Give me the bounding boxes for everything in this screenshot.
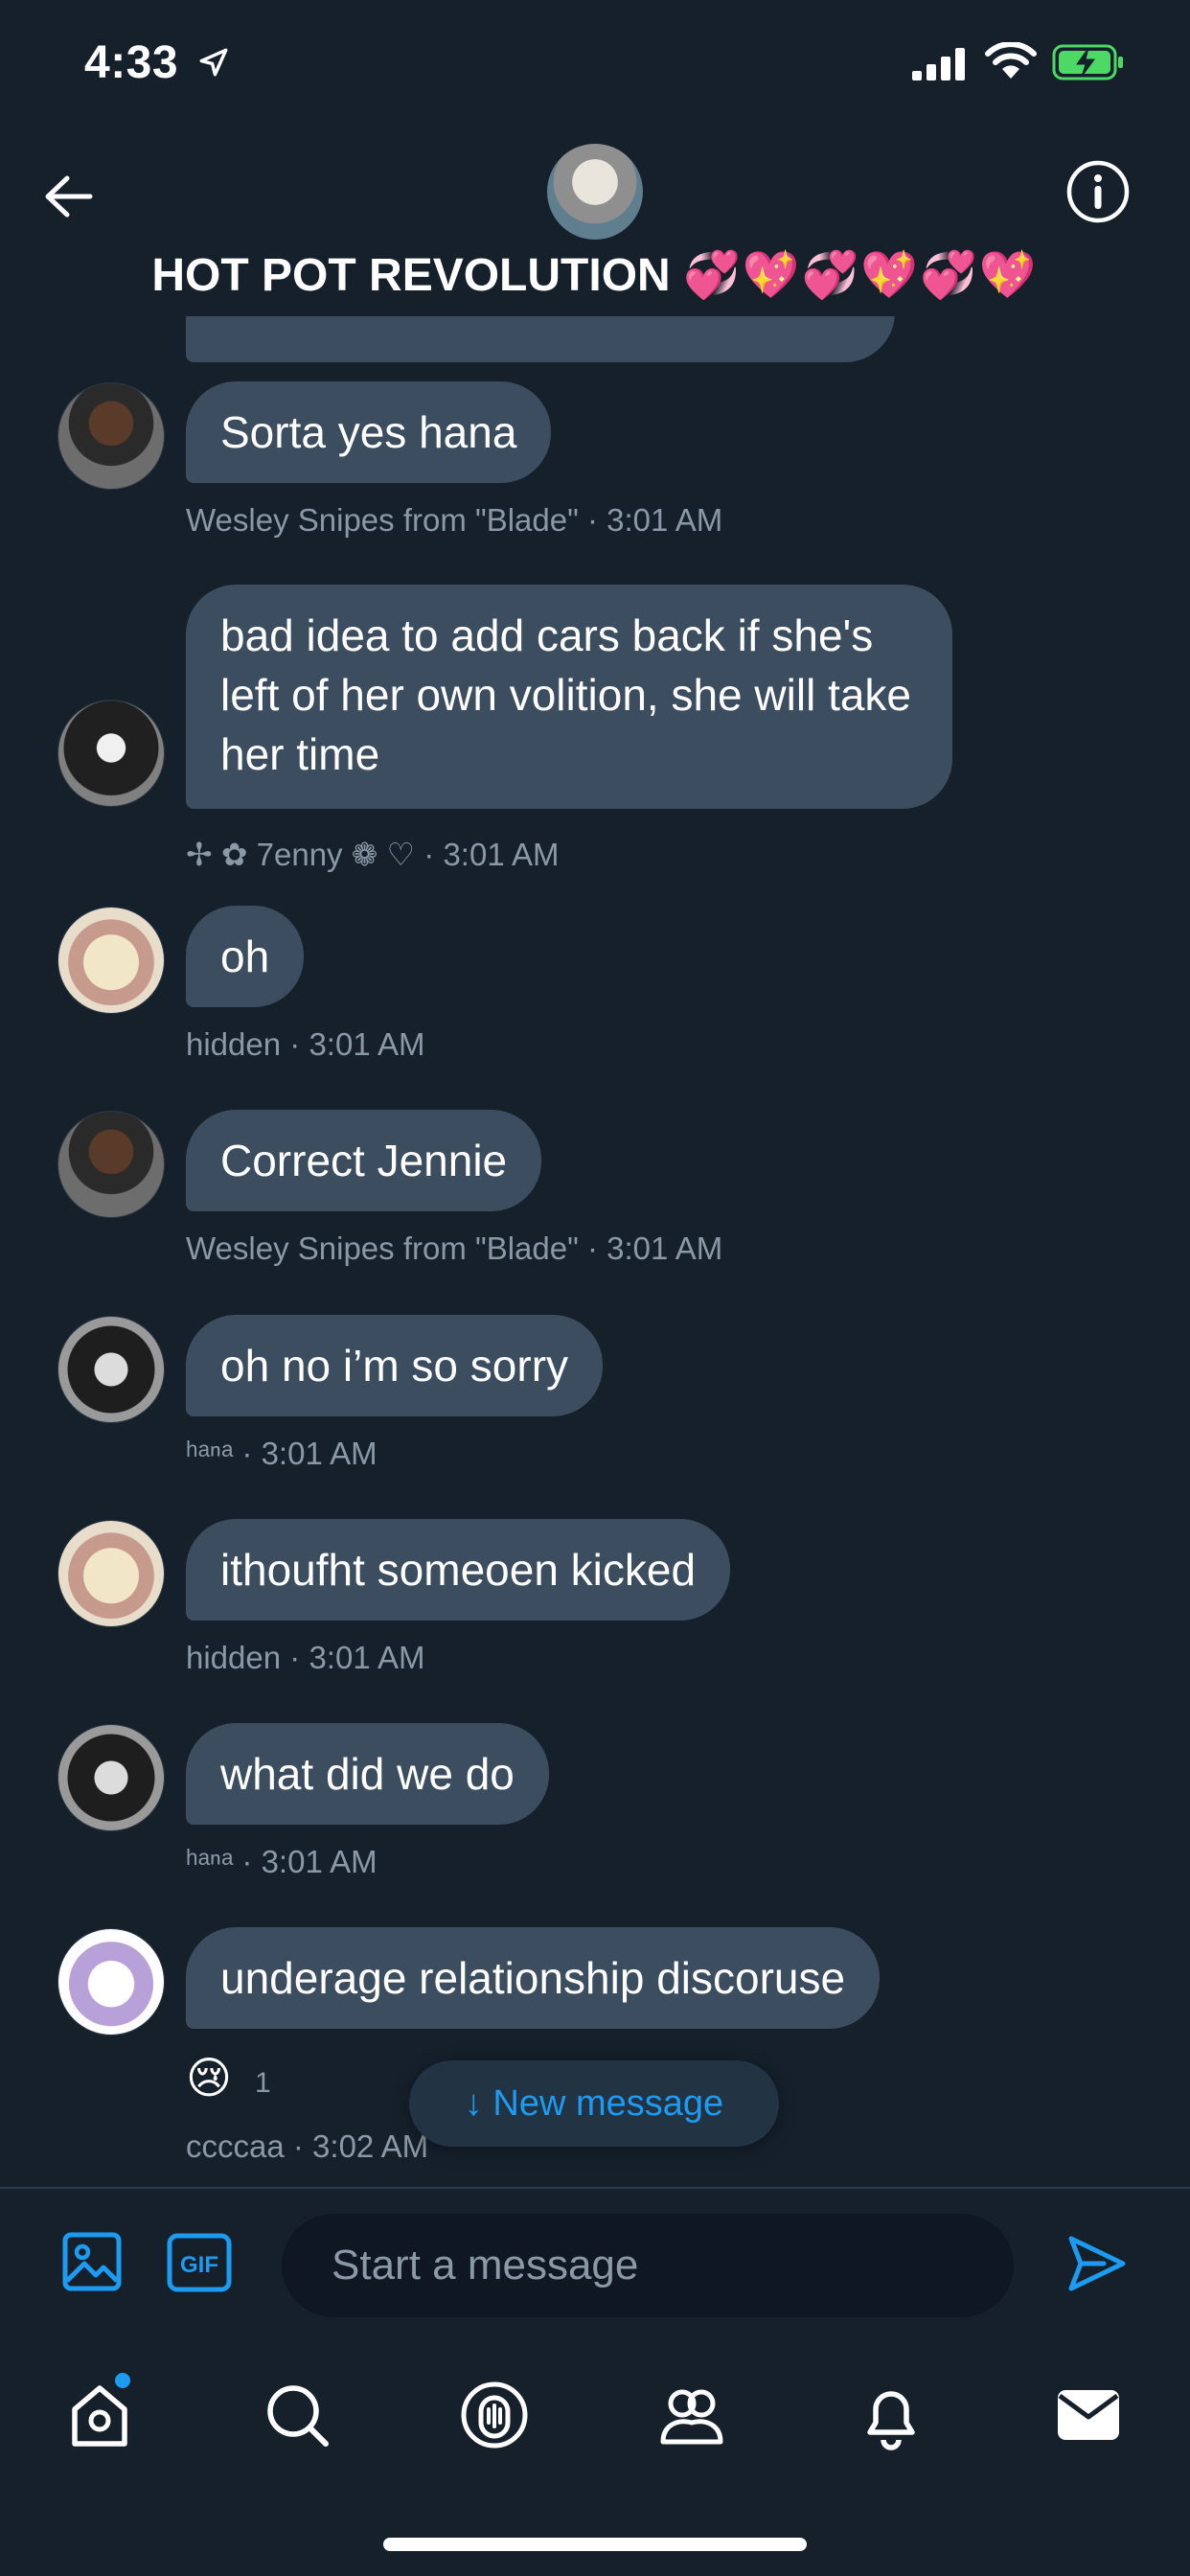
sender-name: ccccaa [186,2128,285,2164]
message-meta: hidden · 3:01 AM [186,1026,425,1063]
search-icon[interactable] [259,2377,335,2453]
message-meta: ʰᵃⁿᵃ · 3:01 AM [186,1844,378,1880]
home-icon[interactable] [61,2377,138,2453]
reaction-count: 1 [255,2067,271,2099]
message-time: · 3:01 AM [423,837,560,872]
conversation-title: HOT POT REVOLUTION 💞💖💞💖💞💖 [0,247,1190,302]
back-arrow-icon[interactable] [36,163,103,230]
spaces-icon[interactable] [456,2377,533,2453]
message-bubble[interactable]: oh no i’m so sorry [186,1315,604,1416]
message-time: · 3:02 AM [292,2128,429,2164]
message-thread[interactable]: Sorta yes hana Wesley Snipes from "Blade… [0,316,1190,2185]
message-time: · 3:01 AM [289,1026,425,1062]
message-bubble[interactable]: ithoufht someoen kicked [186,1519,731,1621]
message-meta: Wesley Snipes from "Blade" · 3:01 AM [186,502,722,539]
sender-name: Wesley Snipes from "Blade" [186,502,579,538]
message-time: · 3:01 AM [241,1844,378,1879]
message-meta: hidden · 3:01 AM [186,1640,425,1676]
battery-charging-icon [1052,44,1123,80]
sender-avatar[interactable] [57,1316,165,1423]
message-bubble[interactable]: bad idea to add cars back if she's left … [186,585,952,809]
conversation-title-emoji: 💞💖💞💖💞💖 [683,248,1039,302]
home-notification-dot [115,2373,130,2388]
sender-avatar[interactable] [57,1928,165,2036]
sender-avatar[interactable] [57,907,165,1014]
message-time: · 3:01 AM [587,1230,723,1266]
message-meta: ccccaa · 3:02 AM [186,2128,428,2165]
conversation-title-text: HOT POT REVOLUTION [151,250,671,301]
message-meta: ✢ ✿ 7enny ❁ ♡ · 3:01 AM [186,836,560,873]
notifications-icon[interactable] [853,2377,929,2453]
info-icon[interactable] [1064,157,1133,226]
sender-avatar[interactable] [57,1520,165,1627]
message-meta: Wesley Snipes from "Blade" · 3:01 AM [186,1230,722,1267]
message-bubble[interactable]: what did we do [186,1723,549,1825]
message-composer: GIF [0,2187,1190,2342]
group-avatar[interactable] [547,144,643,240]
gif-label: GIF [180,2252,218,2278]
wifi-icon [985,42,1037,79]
message-bubble[interactable]: Correct Jennie [186,1110,542,1211]
sender-name: ʰᵃⁿᵃ [186,1436,234,1471]
message-time: · 3:01 AM [241,1436,378,1471]
sender-name: ʰᵃⁿᵃ [186,1844,234,1879]
reaction-emoji[interactable]: 😢 [186,2052,232,2104]
message-time: · 3:01 AM [289,1640,425,1675]
sender-name: ✢ ✿ 7enny ❁ ♡ [186,837,416,872]
sender-name: hidden [186,1640,282,1675]
sender-avatar[interactable] [57,700,165,807]
message-input[interactable] [282,2214,1014,2317]
message-bubble[interactable]: Sorta yes hana [186,381,552,483]
sender-avatar[interactable] [57,1111,165,1218]
message-meta: ʰᵃⁿᵃ · 3:01 AM [186,1436,378,1472]
previous-message-bubble-cutoff [186,316,895,362]
send-icon[interactable] [1065,2233,1129,2294]
message-time: · 3:01 AM [587,502,723,538]
image-icon[interactable] [61,2231,123,2292]
sender-name: hidden [186,1026,282,1062]
new-message-button[interactable]: ↓ New message [409,2060,779,2147]
sender-avatar[interactable] [57,382,165,490]
sender-avatar[interactable] [57,1724,165,1831]
message-bubble[interactable]: oh [186,906,305,1007]
messages-icon[interactable] [1050,2377,1127,2453]
communities-icon[interactable] [653,2377,730,2453]
conversation-header: HOT POT REVOLUTION 💞💖💞💖💞💖 [0,125,1190,335]
home-indicator [383,2538,807,2551]
sender-name: Wesley Snipes from "Blade" [186,1230,579,1266]
location-arrow-icon [199,48,228,77]
status-time: 4:33 [84,37,179,88]
cellular-signal-icon [912,48,965,80]
message-bubble[interactable]: underage relationship discoruse [186,1927,881,2029]
status-bar: 4:33 [0,0,1190,125]
gif-icon[interactable]: GIF [167,2233,232,2292]
